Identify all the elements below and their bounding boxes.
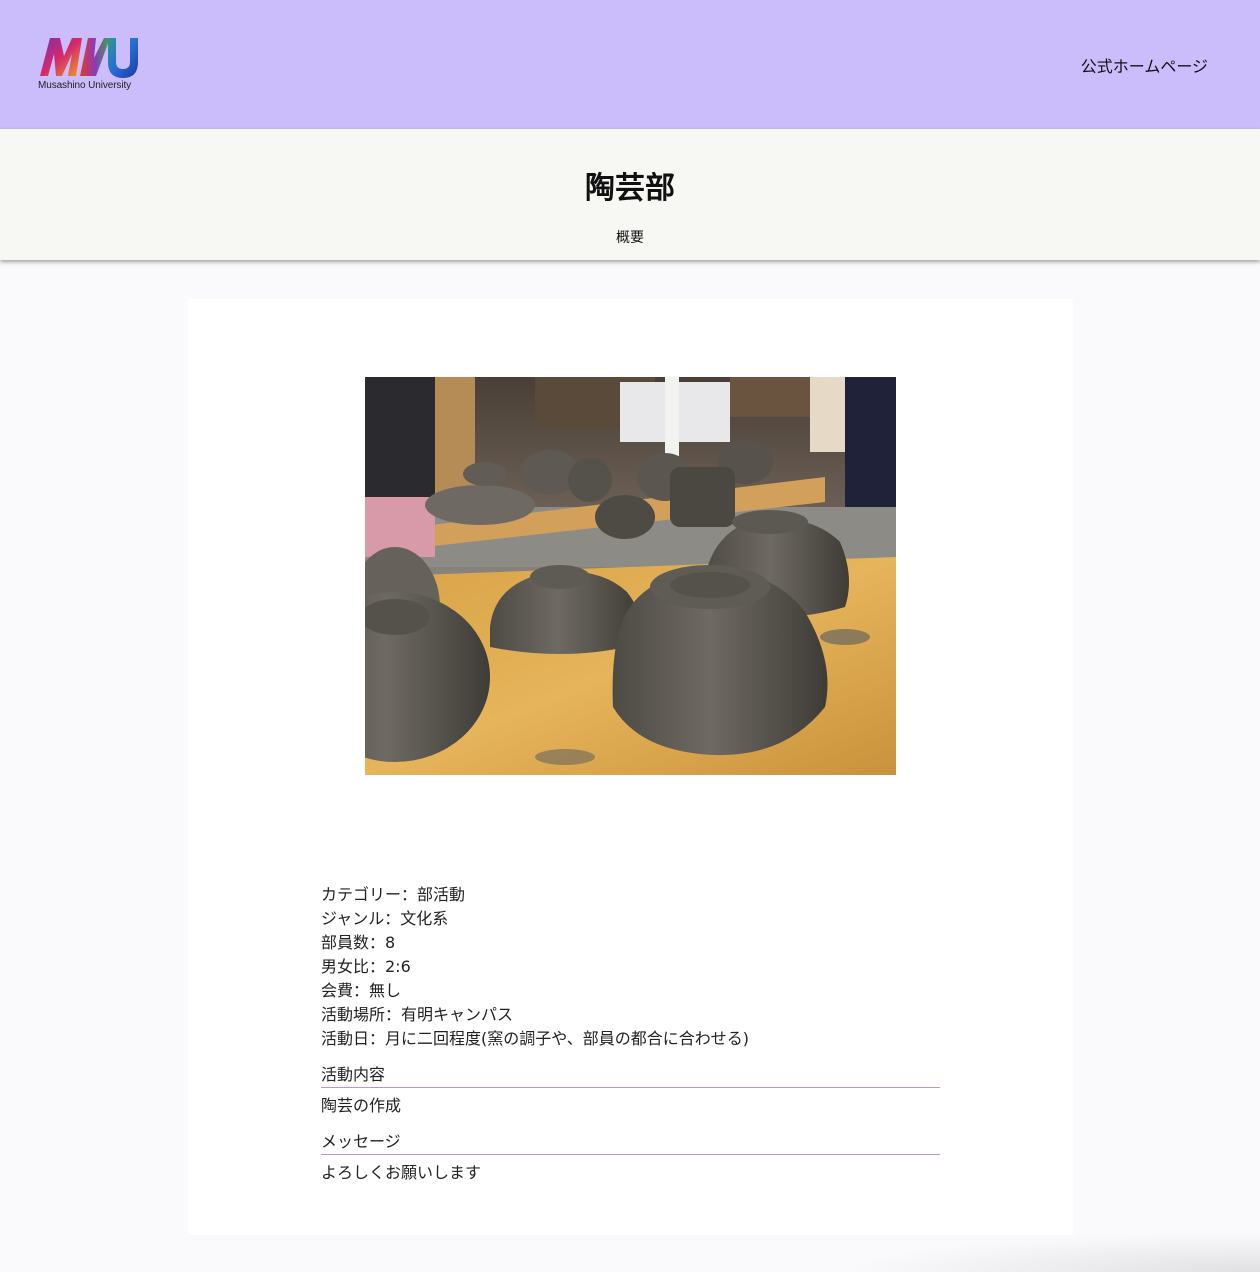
page-title-bar: 陶芸部 概要 [0,129,1260,260]
university-logo[interactable]: Musashino University [38,34,138,96]
genre-text: ジャンル：文化系 [321,909,449,928]
schedule-text: 活動日：月に二回程度(窯の調子や、部員の都合に合わせる) [321,1029,750,1048]
page-title: 陶芸部 [585,171,675,206]
member-count-text: 部員数：8 [321,933,396,952]
message-body: よろしくお願いします [321,1163,482,1182]
fee-text: 会費：無し [321,981,402,1000]
site-header: Musashino University 公式ホームページ [0,0,1260,129]
activity-body: 陶芸の作成 [321,1096,402,1115]
message-heading: メッセージ [321,1130,940,1155]
location-text: 活動場所：有明キャンパス [321,1005,514,1024]
club-info: カテゴリー：部活動 ジャンル：文化系 部員数：8 男女比：2:6 会費：無し 活… [321,883,940,1185]
logo-mark-icon [40,38,138,78]
tab-overview[interactable]: 概要 [0,227,1260,247]
club-detail-card: カテゴリー：部活動 ジャンル：文化系 部員数：8 男女比：2:6 会費：無し 活… [188,299,1073,1235]
activity-heading: 活動内容 [321,1063,940,1088]
category-text: カテゴリー：部活動 [321,885,466,904]
official-homepage-link[interactable]: 公式ホームページ [1081,53,1208,77]
pottery-bowls-image [365,377,896,775]
page-corner-shadow [840,1232,1260,1272]
club-photo [365,377,896,775]
logo-text: Musashino University [38,80,132,91]
gender-ratio-text: 男女比：2:6 [321,957,411,976]
